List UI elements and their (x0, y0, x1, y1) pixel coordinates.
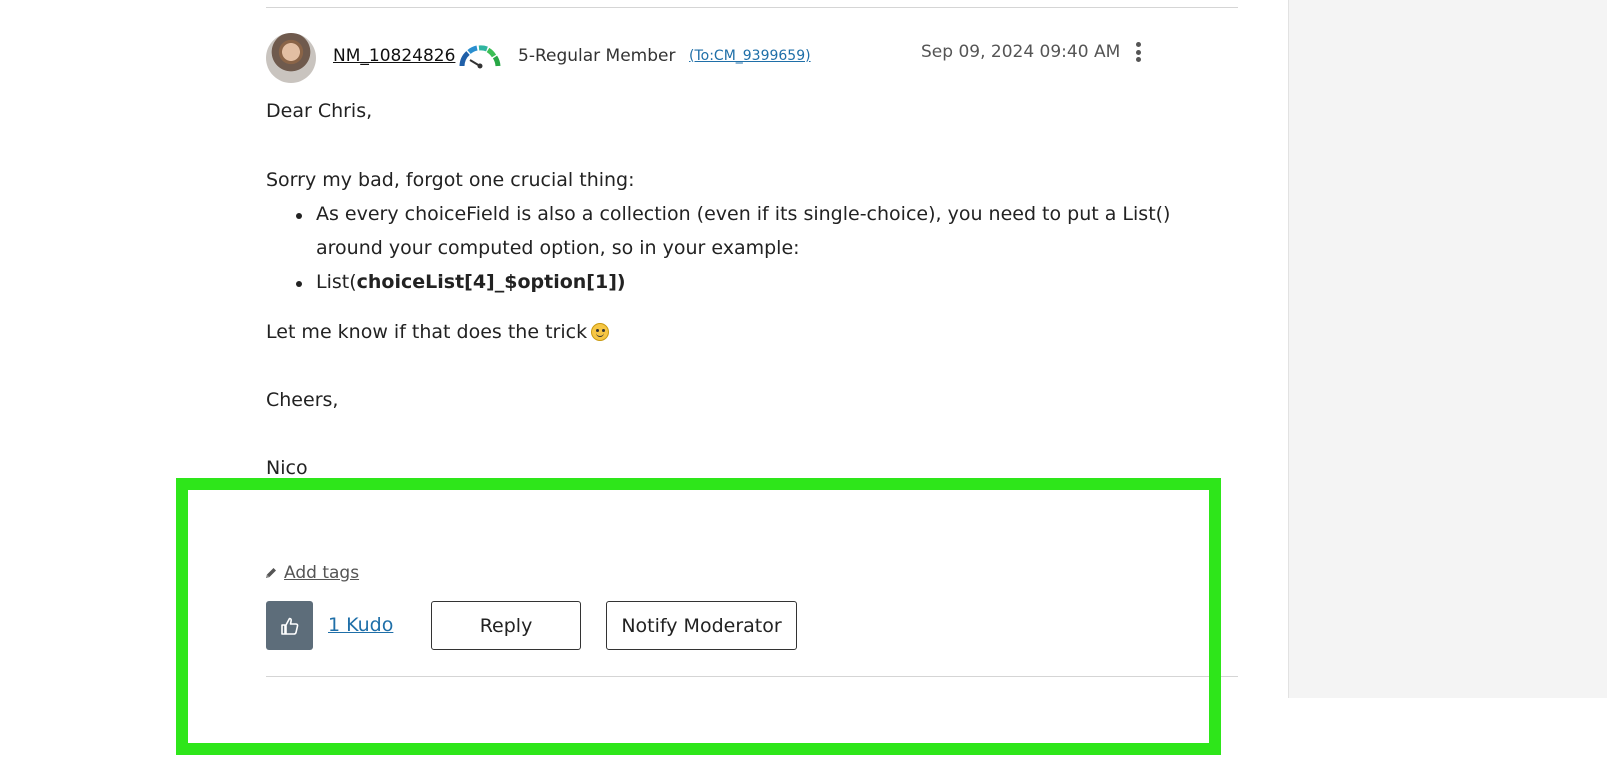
bullet-dot (296, 281, 302, 287)
signature: Nico (266, 457, 308, 479)
rank-label: 5-Regular Member (518, 46, 676, 66)
avatar[interactable] (266, 33, 316, 83)
bullet2-prefix: List( (316, 271, 357, 293)
reply-button[interactable]: Reply (431, 601, 581, 650)
bullet-dot (296, 213, 302, 219)
divider-bottom (266, 676, 1238, 677)
smiley-icon (591, 323, 610, 341)
right-sidebar (1288, 0, 1607, 698)
closing-text: Let me know if that does the trick (266, 321, 610, 343)
kudo-count-link[interactable]: 1 Kudo (328, 614, 393, 636)
rank-gauge-icon (459, 45, 501, 69)
signoff: Cheers, (266, 389, 339, 411)
kebab-menu-icon[interactable] (1133, 40, 1143, 64)
bullet1-line1: As every choiceField is also a collectio… (316, 203, 1171, 225)
greeting: Dear Chris, (266, 100, 373, 122)
intro-text: Sorry my bad, forgot one crucial thing: (266, 169, 635, 191)
add-tags-link[interactable]: Add tags (264, 563, 359, 583)
bullet2-line: List(choiceList[4]_$option[1]) (316, 271, 626, 293)
kudo-button[interactable] (266, 601, 313, 650)
add-tags-label: Add tags (284, 563, 360, 583)
pencil-icon (266, 568, 276, 578)
bullet2-code: choiceList[4]_$option[1]) (356, 271, 626, 293)
post-timestamp: Sep 09, 2024 09:40 AM (921, 42, 1121, 62)
divider-top (266, 7, 1238, 8)
username-link[interactable]: NM_10824826 (333, 46, 455, 66)
notify-moderator-button[interactable]: Notify Moderator (606, 601, 797, 650)
reply-to-link[interactable]: (To:CM_9399659) (689, 48, 811, 64)
thumbs-up-icon (280, 617, 298, 635)
closing-label: Let me know if that does the trick (266, 321, 588, 343)
bullet1-line2: around your computed option, so in your … (316, 237, 800, 259)
